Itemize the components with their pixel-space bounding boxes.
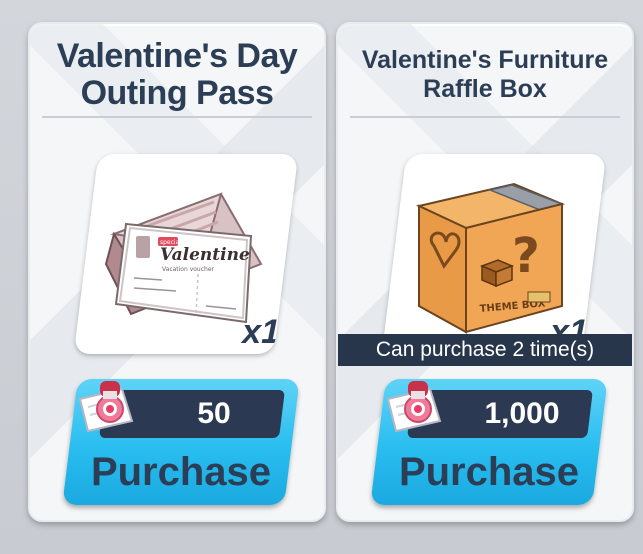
- svg-text:?: ?: [512, 228, 540, 284]
- ticket-icon: [386, 381, 442, 433]
- item-title: Valentine's Furniture Raffle Box: [361, 46, 609, 103]
- purchase-button[interactable]: 50 Purchase: [62, 379, 300, 505]
- purchase-label: Purchase: [398, 450, 580, 494]
- shop-item-card-raffle-box[interactable]: Valentine's Furniture Raffle Box ? THEME…: [336, 22, 634, 522]
- price-value: 1,000: [484, 397, 560, 430]
- item-image-frame[interactable]: special Valentine Vacation voucher x1: [73, 154, 299, 354]
- item-quantity: x1: [242, 313, 280, 351]
- title-divider: [42, 116, 312, 118]
- price-value: 50: [197, 397, 231, 430]
- item-image-frame[interactable]: ? THEME BOX x1: [381, 154, 607, 354]
- title-divider: [350, 116, 620, 118]
- item-title: Valentine's Day Outing Pass: [56, 37, 298, 112]
- purchase-label: Purchase: [90, 450, 272, 494]
- purchase-button[interactable]: 1,000 Purchase: [370, 379, 608, 505]
- purchase-limit-label: Can purchase 2 time(s): [338, 334, 632, 366]
- shop-item-card-outing-pass[interactable]: Valentine's Day Outing Pass special Vale…: [28, 22, 326, 522]
- ticket-icon: [78, 381, 134, 433]
- voucher-sub: Vacation voucher: [162, 266, 215, 273]
- voucher-heading: Valentine: [160, 245, 250, 265]
- shop-panel: Valentine's Day Outing Pass special Vale…: [0, 0, 643, 554]
